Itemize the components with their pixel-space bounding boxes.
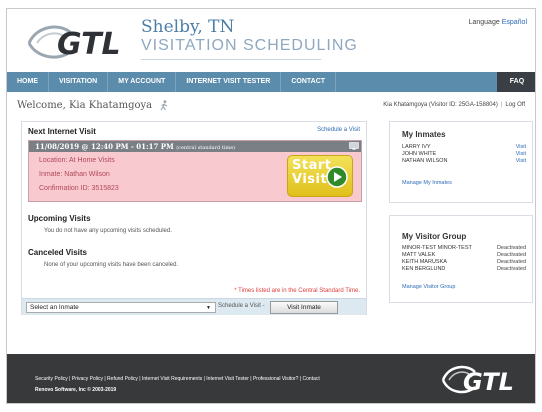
- schedule-visit-label: Schedule a Visit -: [218, 303, 265, 309]
- visit-link[interactable]: Visit: [516, 144, 526, 150]
- canceled-visits-title: Canceled Visits: [28, 248, 87, 257]
- visit-timezone: (central standard time): [176, 145, 236, 151]
- person-walking-icon: [160, 100, 168, 111]
- svg-text:GTL: GTL: [57, 27, 121, 61]
- visitor-status: Deactivated: [496, 259, 526, 265]
- inmate-row: LARRY IVY Visit: [402, 144, 526, 150]
- visit-inmate-button[interactable]: Visit Inmate: [270, 301, 338, 314]
- visit-datetime-bar: 11/08/2019 @ 12:40 PM - 01:17 PM (centra…: [29, 141, 361, 152]
- footer-links[interactable]: Security Policy | Privacy Policy | Refun…: [35, 376, 320, 382]
- visitor-row: MINOR-TEST MINOR-TEST Deactivated: [402, 245, 526, 251]
- play-icon: [326, 166, 348, 188]
- account-info: Kia Khatamgoya (Visitor ID: 25GA-158804)…: [383, 102, 525, 108]
- visitor-row: KEN BERGLUND Deactivated: [402, 266, 526, 272]
- visit-location: Location: At Home Visits: [39, 157, 115, 164]
- manage-inmates-link[interactable]: Manage My Inmates: [402, 180, 452, 186]
- language-switch: Language Español: [469, 19, 527, 26]
- page-frame: GTL Shelby, TN VISITATION SCHEDULING Lan…: [6, 8, 536, 404]
- my-inmates-title: My Inmates: [402, 130, 446, 139]
- visitor-group-box: My Visitor Group MINOR-TEST MINOR-TEST D…: [389, 215, 533, 303]
- footer-copyright: Renovo Software, Inc © 2003-2019: [35, 387, 117, 393]
- inmate-select[interactable]: Select an Inmate ▼: [26, 302, 216, 313]
- visitor-group-title: My Visitor Group: [402, 232, 467, 241]
- visits-panel: Next Internet Visit Schedule a Visit 11/…: [21, 121, 367, 315]
- nav-visitation[interactable]: VISITATION: [49, 72, 109, 92]
- svg-text:GTL: GTL: [463, 368, 514, 396]
- inmate-name: JOHN WHITE: [402, 151, 437, 157]
- visitor-status: Deactivated: [496, 266, 526, 272]
- inmate-name: NATHAN WILSON: [402, 158, 448, 164]
- visitor-id-text: Kia Khatamgoya (Visitor ID: 25GA-158804): [383, 102, 498, 108]
- visitor-name: MINOR-TEST MINOR-TEST: [402, 245, 472, 251]
- start-visit-button[interactable]: Start Visit: [287, 155, 353, 197]
- schedule-visit-link[interactable]: Schedule a Visit: [317, 127, 360, 133]
- nav-internet-visit-tester[interactable]: INTERNET VISIT TESTER: [176, 72, 282, 92]
- nav-my-account[interactable]: MY ACCOUNT: [108, 72, 177, 92]
- visitor-name: MATT VALEK: [402, 252, 436, 258]
- visitor-name: KEN BERGLUND: [402, 266, 446, 272]
- visit-datetime: 11/08/2019 @ 12:40 PM - 01:17 PM: [35, 142, 174, 151]
- visit-inmate: Inmate: Nathan Wilson: [39, 171, 110, 178]
- inmate-name: LARRY IVY: [402, 144, 431, 150]
- inmate-row: NATHAN WILSON Visit: [402, 158, 526, 164]
- welcome-message: Welcome, Kia Khatamgoya: [17, 100, 169, 111]
- upcoming-visits-title: Upcoming Visits: [28, 214, 91, 223]
- visitor-row: MATT VALEK Deactivated: [402, 252, 526, 258]
- visitor-row: KEITH MARUSKA Deactivated: [402, 259, 526, 265]
- separator: |: [500, 102, 503, 108]
- monitor-icon: [349, 142, 359, 150]
- visit-link[interactable]: Visit: [516, 158, 526, 164]
- welcome-text: Welcome, Kia Khatamgoya: [17, 100, 153, 111]
- next-visit-title: Next Internet Visit: [28, 127, 96, 136]
- dropdown-caret-icon: ▼: [206, 305, 211, 311]
- main-nav: HOME VISITATION MY ACCOUNT INTERNET VISI…: [7, 72, 535, 92]
- site-header: GTL Shelby, TN VISITATION SCHEDULING Lan…: [7, 9, 535, 73]
- gtl-footer-logo: GTL: [441, 365, 514, 396]
- visitor-status: Deactivated: [496, 245, 526, 251]
- nav-contact[interactable]: CONTACT: [281, 72, 337, 92]
- my-inmates-box: My Inmates LARRY IVY Visit JOHN WHITE Vi…: [389, 121, 533, 203]
- visitor-status: Deactivated: [496, 252, 526, 258]
- inmate-select-value: Select an Inmate: [30, 304, 79, 311]
- page-subtitle: VISITATION SCHEDULING: [141, 37, 358, 54]
- language-espanol-link[interactable]: Español: [502, 19, 527, 26]
- language-label: Language: [468, 19, 500, 26]
- visitor-name: KEITH MARUSKA: [402, 259, 447, 265]
- timezone-note: * Times listed are in the Central Standa…: [234, 288, 360, 294]
- visit-confirmation-id: Confirmation ID: 3515823: [39, 185, 119, 192]
- gtl-logo[interactable]: GTL: [27, 21, 137, 61]
- visit-link[interactable]: Visit: [516, 151, 526, 157]
- manage-visitor-group-link[interactable]: Manage Visitor Group: [402, 284, 455, 290]
- canceled-visits-message: None of your upcoming visits have been c…: [44, 262, 179, 268]
- inmate-row: JOHN WHITE Visit: [402, 151, 526, 157]
- site-footer: Security Policy | Privacy Policy | Refun…: [7, 354, 535, 403]
- next-visit-card: 11/08/2019 @ 12:40 PM - 01:17 PM (centra…: [28, 140, 362, 202]
- upcoming-visits-message: You do not have any upcoming visits sche…: [44, 228, 172, 234]
- nav-faq[interactable]: FAQ: [497, 72, 535, 92]
- subtitle-underline: [141, 59, 321, 60]
- city-title: Shelby, TN: [141, 17, 235, 37]
- schedule-bar: Select an Inmate ▼ Schedule a Visit - Vi…: [22, 298, 366, 315]
- logoff-link[interactable]: Log Off: [505, 102, 525, 108]
- nav-home[interactable]: HOME: [7, 72, 49, 92]
